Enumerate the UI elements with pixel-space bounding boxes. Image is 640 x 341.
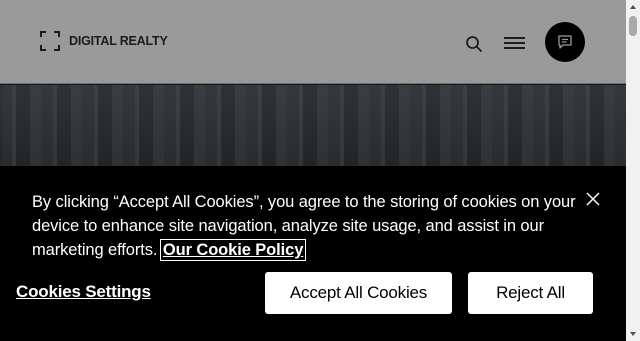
menu-button[interactable]: [504, 37, 526, 51]
vertical-scrollbar[interactable]: [626, 0, 640, 341]
close-banner-button[interactable]: [585, 191, 601, 207]
hero-image: [0, 85, 626, 175]
cookie-consent-banner: By clicking “Accept All Cookies”, you ag…: [0, 166, 626, 341]
hamburger-menu-icon: [504, 37, 525, 39]
chat-icon: [558, 35, 572, 49]
scroll-down-button[interactable]: [626, 327, 640, 341]
cookie-message: By clicking “Accept All Cookies”, you ag…: [32, 190, 580, 262]
logo-text: DIGITAL REALTY: [69, 34, 168, 48]
site-header: DIGITAL REALTY: [0, 0, 626, 84]
scroll-down-arrow-icon: [630, 332, 636, 336]
chat-button[interactable]: [545, 22, 585, 62]
accept-all-cookies-button[interactable]: Accept All Cookies: [265, 272, 452, 314]
close-icon: [586, 192, 600, 206]
scroll-up-arrow-icon: [630, 5, 636, 9]
scroll-up-button[interactable]: [626, 0, 640, 14]
search-icon: [466, 36, 482, 52]
digital-realty-logo[interactable]: DIGITAL REALTY: [40, 31, 168, 51]
cookies-settings-button[interactable]: Cookies Settings: [16, 282, 151, 302]
reject-all-button[interactable]: Reject All: [468, 272, 593, 314]
scrollbar-thumb[interactable]: [629, 16, 637, 36]
cookie-policy-link[interactable]: Our Cookie Policy: [159, 239, 307, 261]
logo-mark-icon: [40, 31, 60, 51]
search-button[interactable]: [465, 35, 483, 53]
